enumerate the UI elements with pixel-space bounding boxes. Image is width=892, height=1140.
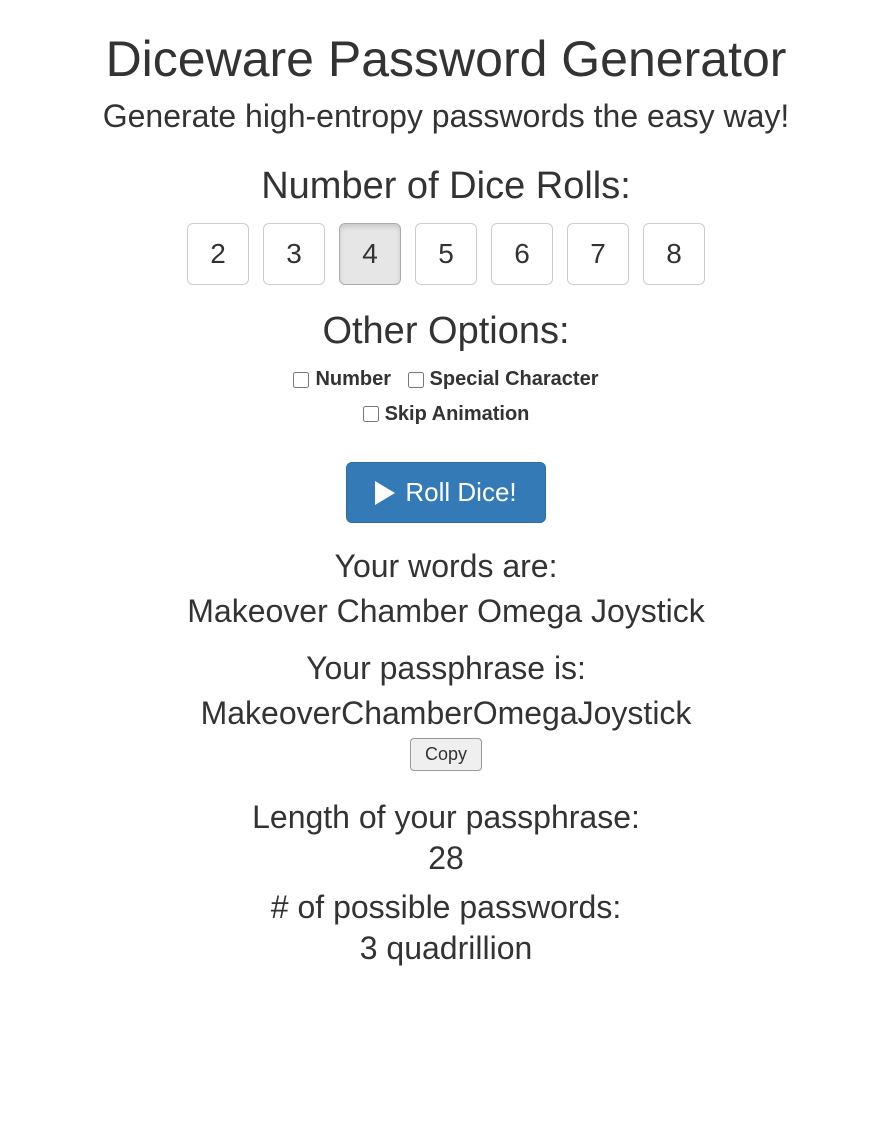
passphrase-label: Your passphrase is: bbox=[30, 650, 862, 687]
options-row-1: Number Special Character bbox=[30, 368, 862, 393]
dice-option-2[interactable]: 2 bbox=[187, 223, 249, 285]
dice-option-7[interactable]: 7 bbox=[567, 223, 629, 285]
possible-passwords-label: # of possible passwords: bbox=[30, 889, 862, 926]
options-row-2: Skip Animation bbox=[30, 403, 862, 428]
number-checkbox[interactable] bbox=[293, 372, 309, 388]
dice-option-5[interactable]: 5 bbox=[415, 223, 477, 285]
special-char-option[interactable]: Special Character bbox=[408, 368, 599, 391]
special-char-checkbox[interactable] bbox=[408, 372, 424, 388]
words-label: Your words are: bbox=[30, 548, 862, 585]
number-option[interactable]: Number bbox=[293, 368, 391, 391]
dice-option-3[interactable]: 3 bbox=[263, 223, 325, 285]
skip-animation-option[interactable]: Skip Animation bbox=[363, 403, 530, 426]
possible-passwords-value: 3 quadrillion bbox=[30, 930, 862, 967]
play-icon bbox=[375, 481, 395, 505]
dice-button-group: 2 3 4 5 6 7 8 bbox=[30, 223, 862, 285]
copy-button[interactable]: Copy bbox=[410, 738, 482, 771]
special-char-label-text: Special Character bbox=[430, 368, 599, 391]
words-value: Makeover Chamber Omega Joystick bbox=[30, 593, 862, 630]
other-options-heading: Other Options: bbox=[30, 310, 862, 353]
roll-dice-label: Roll Dice! bbox=[405, 477, 516, 508]
length-label: Length of your passphrase: bbox=[30, 799, 862, 836]
skip-animation-checkbox[interactable] bbox=[363, 406, 379, 422]
dice-option-4[interactable]: 4 bbox=[339, 223, 401, 285]
dice-rolls-heading: Number of Dice Rolls: bbox=[30, 165, 862, 208]
roll-dice-button[interactable]: Roll Dice! bbox=[346, 462, 545, 523]
dice-option-6[interactable]: 6 bbox=[491, 223, 553, 285]
length-value: 28 bbox=[30, 840, 862, 877]
page-title: Diceware Password Generator bbox=[30, 30, 862, 88]
skip-animation-label-text: Skip Animation bbox=[385, 403, 530, 426]
page-subtitle: Generate high-entropy passwords the easy… bbox=[30, 98, 862, 135]
number-label-text: Number bbox=[315, 368, 391, 391]
passphrase-value: MakeoverChamberOmegaJoystick bbox=[30, 695, 862, 732]
dice-option-8[interactable]: 8 bbox=[643, 223, 705, 285]
